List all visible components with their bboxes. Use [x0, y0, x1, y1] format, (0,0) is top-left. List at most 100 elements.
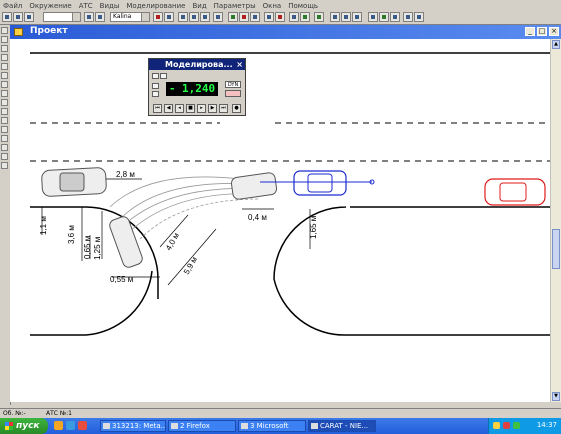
maximize-button[interactable]: □	[537, 27, 547, 36]
tray-icon-2[interactable]	[503, 422, 510, 429]
quicklaunch-desktop-icon[interactable]	[66, 421, 75, 430]
zoom-in-icon[interactable]	[1, 27, 8, 34]
print-icon[interactable]	[24, 12, 34, 22]
layer-combo[interactable]	[43, 12, 81, 22]
line-icon[interactable]	[368, 12, 378, 22]
point-icon[interactable]	[1, 81, 8, 88]
select-icon[interactable]	[84, 12, 94, 22]
collision-icon[interactable]	[275, 12, 285, 22]
carat-icon	[311, 423, 318, 429]
sim-step-forward-icon[interactable]: ▸	[197, 104, 206, 113]
minimize-button[interactable]: _	[525, 27, 535, 36]
project-window-title: Проект	[30, 26, 68, 36]
rotate-icon[interactable]	[189, 12, 199, 22]
refresh-icon[interactable]	[1, 72, 8, 79]
dimension-tool-icon[interactable]	[1, 117, 8, 124]
menu-view[interactable]: Вид	[192, 2, 206, 10]
document-icon	[103, 423, 110, 429]
tray-icon-1[interactable]	[493, 422, 500, 429]
rect-tool-icon[interactable]	[1, 108, 8, 115]
sim-record-icon[interactable]: ●	[232, 104, 241, 113]
layer-tool-icon[interactable]	[1, 135, 8, 142]
export-tool-icon[interactable]	[1, 162, 8, 169]
anchor-tool-icon[interactable]	[1, 144, 8, 151]
layout-icon[interactable]	[352, 12, 362, 22]
menu-bar: Файл Окружение АТС Виды Моделирование Ви…	[0, 0, 561, 11]
taskbar-item-3[interactable]: 3 Microsoft	[238, 420, 306, 432]
tray-icon-3[interactable]	[513, 422, 520, 429]
menu-environment[interactable]: Окружение	[29, 2, 71, 10]
sim-first-icon[interactable]: ⏮	[153, 104, 162, 113]
word-icon	[241, 423, 248, 429]
scroll-down-icon[interactable]: ▼	[552, 392, 560, 401]
sim-step-back-icon[interactable]: ◂	[175, 104, 184, 113]
zoom-window-icon[interactable]	[1, 54, 8, 61]
split-icon[interactable]	[341, 12, 351, 22]
drawing-canvas[interactable]: 2,8 м 1,1 м 3,6 м 0,65 м 1,25 м 4,0 м 5,…	[10, 39, 550, 402]
menu-file[interactable]: Файл	[3, 2, 22, 10]
project-window-titlebar: Проект _ □ ×	[10, 25, 561, 39]
table-icon[interactable]	[314, 12, 324, 22]
start-label: пуск	[16, 421, 40, 431]
pan-icon[interactable]	[1, 63, 8, 70]
settings-icon[interactable]	[414, 12, 424, 22]
dyn-toggle[interactable]: DYN	[225, 81, 241, 88]
direction-toggle[interactable]	[225, 90, 241, 97]
sim-play-icon[interactable]: ▶	[208, 104, 217, 113]
scroll-thumb[interactable]	[552, 229, 560, 269]
truck-icon[interactable]	[164, 12, 174, 22]
vehicle-combo[interactable]: Kalina	[110, 12, 150, 22]
menu-windows[interactable]: Окна	[263, 2, 282, 10]
sim-last-icon[interactable]: ⏭	[219, 104, 228, 113]
vertical-scrollbar[interactable]: ▲ ▼	[550, 39, 561, 402]
zoom-out-icon[interactable]	[1, 36, 8, 43]
taskbar: пуск 313213: Meta... 2 Firefox 3 Microso…	[0, 418, 561, 434]
sim-step-1-button[interactable]	[152, 73, 159, 79]
trajectory-icon[interactable]	[239, 12, 249, 22]
scale-icon[interactable]	[213, 12, 223, 22]
lane-icon[interactable]	[264, 12, 274, 22]
start-button[interactable]: пуск	[0, 418, 48, 434]
menu-ats[interactable]: АТС	[79, 2, 93, 10]
object-tool-icon[interactable]	[1, 126, 8, 133]
arc-tool-icon[interactable]	[1, 99, 8, 106]
taskbar-item-1[interactable]: 313213: Meta...	[100, 420, 166, 432]
zoom-fit-icon[interactable]	[1, 45, 8, 52]
view-icon[interactable]	[95, 12, 105, 22]
line-tool-icon[interactable]	[1, 90, 8, 97]
wheel-icon[interactable]	[178, 12, 188, 22]
sim-mode-button[interactable]	[152, 83, 159, 89]
dim-label-3: 3,6 м	[67, 225, 76, 244]
taskbar-item-label: 313213: Meta...	[112, 422, 166, 430]
print-tool-icon[interactable]	[1, 153, 8, 160]
taskbar-item-2[interactable]: 2 Firefox	[168, 420, 236, 432]
graph-icon[interactable]	[289, 12, 299, 22]
quicklaunch-browser-icon[interactable]	[54, 421, 63, 430]
measure-icon[interactable]	[200, 12, 210, 22]
chart-icon[interactable]	[300, 12, 310, 22]
menu-modeling[interactable]: Моделирование	[126, 2, 185, 10]
pen-icon[interactable]	[379, 12, 389, 22]
color-icon[interactable]	[403, 12, 413, 22]
menu-views[interactable]: Виды	[100, 2, 120, 10]
sim-option-button[interactable]	[152, 91, 159, 97]
taskbar-item-4[interactable]: CARAT - NIE...	[308, 420, 376, 432]
road-icon[interactable]	[250, 12, 260, 22]
sim-step-2-button[interactable]	[160, 73, 167, 79]
save-icon[interactable]	[13, 12, 23, 22]
close-button[interactable]: ×	[549, 27, 559, 36]
status-object: Об. №:-	[3, 410, 26, 417]
text-icon[interactable]	[390, 12, 400, 22]
dim-label-10: 1,65 м	[309, 216, 318, 239]
sim-stop-icon[interactable]: ■	[186, 104, 195, 113]
menu-help[interactable]: Помощь	[288, 2, 318, 10]
new-file-icon[interactable]	[2, 12, 12, 22]
simulation-close-button[interactable]: ×	[236, 59, 243, 70]
scroll-up-icon[interactable]: ▲	[552, 40, 560, 49]
window-icon[interactable]	[330, 12, 340, 22]
quicklaunch-media-icon[interactable]	[78, 421, 87, 430]
grid-icon[interactable]	[228, 12, 238, 22]
sim-back-icon[interactable]: ◀	[164, 104, 173, 113]
car-icon[interactable]	[153, 12, 163, 22]
menu-parameters[interactable]: Параметры	[214, 2, 256, 10]
